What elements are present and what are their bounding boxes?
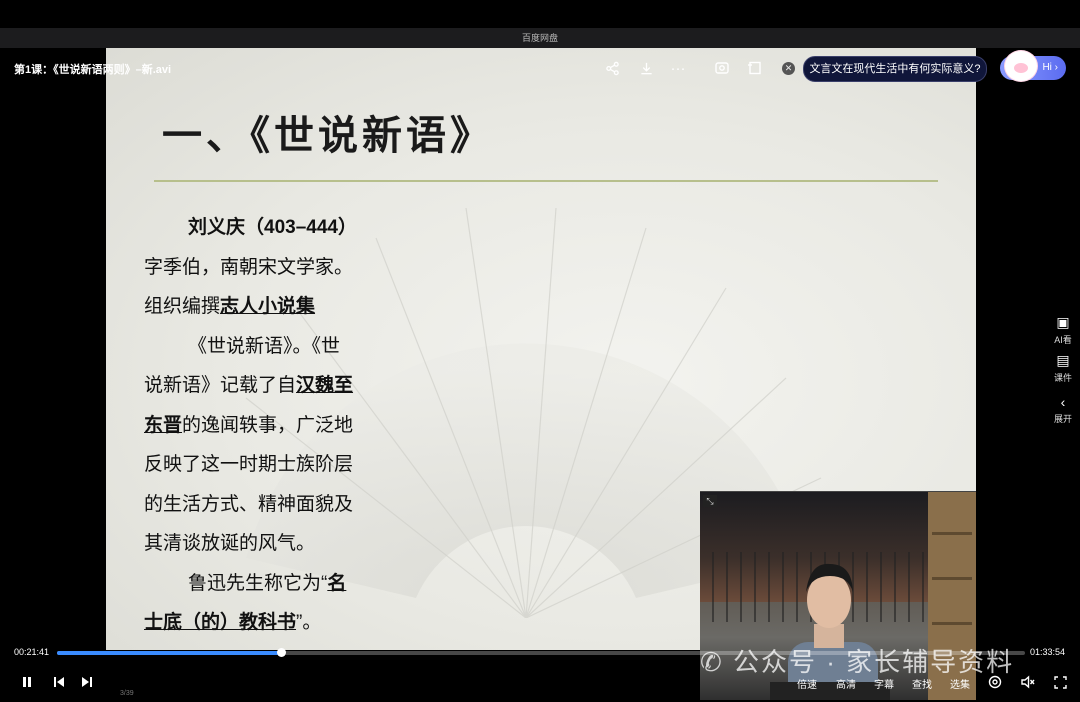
pause-button[interactable]: [18, 674, 36, 690]
ai-assistant-label: Hi ›: [1042, 62, 1058, 73]
slide-text-segment: 鲁迅先生称它为“: [188, 572, 328, 594]
slide-text-segment: 刘义庆（403–444）: [188, 217, 357, 238]
total-time: 01:33:54: [1030, 647, 1066, 657]
progress-bar[interactable]: [57, 648, 1025, 657]
emphasis-text: 名: [327, 572, 347, 594]
screenshot-icon[interactable]: [712, 58, 732, 78]
slide-title: 一、《世说新语》: [162, 112, 494, 159]
chevron-left-icon: ‹: [1060, 394, 1066, 410]
video-filename: 第1课：《世说新语两则》–新.avi: [14, 64, 172, 76]
side-expand-label: 展开: [1053, 414, 1072, 424]
watermark: ✆ 公众号 · 家长辅导资料: [700, 642, 1014, 679]
slide-text-segment: 说新语》记载了自: [144, 375, 297, 396]
slide-page-number: 3/39: [120, 690, 134, 697]
top-black-bar: [0, 0, 1080, 28]
progress-fill: [57, 651, 281, 655]
slide-line: 其清谈放诞的风气。: [144, 524, 384, 564]
slide-line: 《世说新语》。《世: [144, 327, 384, 367]
slide-line: 士底（的）教科书”。: [144, 603, 384, 643]
side-expand[interactable]: ‹ 展开: [1046, 394, 1080, 425]
window-titlebar: 百度网盘: [0, 28, 1080, 48]
slide-line: 的生活方式、精神面貌及: [144, 485, 384, 525]
pip-icon[interactable]: [745, 58, 765, 78]
ai-question-bubble[interactable]: 文言文在现代生活中有何实际意义?: [803, 56, 987, 82]
mute-icon[interactable]: [1020, 674, 1036, 690]
courseware-icon: ▤: [1056, 352, 1070, 368]
slide-text-segment: 其清谈放诞的风气。: [144, 533, 316, 554]
ai-watch-icon: ▣: [1056, 314, 1070, 330]
subtitle-button[interactable]: 字幕: [874, 676, 894, 691]
fullscreen-icon[interactable]: [1052, 674, 1068, 690]
title-divider: [154, 180, 938, 182]
slide-text-segment: 的生活方式、精神面貌及: [144, 493, 354, 515]
episodes-button[interactable]: 选集: [950, 676, 970, 691]
slide-text-segment: 《世说新语》。《世: [188, 335, 341, 357]
slide-line: 组织编撰志人小说集: [144, 287, 384, 327]
slide-text-segment: 字季伯，南朝宋文学家。: [144, 256, 354, 278]
emphasis-text: 志人小说集: [220, 296, 316, 317]
slide-line: 字季伯，南朝宋文学家。: [144, 248, 384, 288]
next-button[interactable]: [78, 674, 96, 690]
window-title: 百度网盘: [521, 33, 558, 43]
cam-toggle-icon[interactable]: ⤡: [703, 495, 717, 507]
share-icon[interactable]: [602, 58, 622, 78]
emphasis-text: 东晋: [144, 414, 183, 436]
download-icon[interactable]: [636, 58, 656, 78]
slide-text-segment: 的逸闻轶事，广泛地: [182, 414, 354, 436]
side-ai-watch[interactable]: ▣ AI看: [1046, 314, 1080, 346]
emphasis-text: 汉魏至: [296, 375, 354, 396]
progress-knob[interactable]: [276, 648, 286, 657]
side-ai-label: AI看: [1054, 335, 1072, 345]
slide-line: 说新语》记载了自汉魏至: [144, 366, 384, 406]
slide-line: 刘义庆（403–444）: [144, 208, 384, 248]
slide-line: 鲁迅先生称它为“名: [144, 564, 384, 604]
current-time: 00:21:41: [14, 647, 50, 657]
search-button[interactable]: 查找: [912, 676, 932, 691]
slide-text-segment: ”。: [296, 612, 322, 633]
slide-text-segment: 反映了这一时期士族阶层: [144, 454, 354, 475]
quality-button[interactable]: 高清: [836, 676, 856, 691]
slide-body: 刘义庆（403–444） 字季伯，南朝宋文学家。 组织编撰志人小说集 《世说新语》。《…: [144, 208, 384, 643]
side-courseware-label: 课件: [1053, 373, 1072, 383]
ai-assistant-avatar-icon[interactable]: [1004, 50, 1038, 82]
previous-button[interactable]: [50, 674, 68, 690]
emphasis-text: 士底（的）教科书: [144, 612, 297, 633]
settings-icon[interactable]: [987, 674, 1003, 690]
close-ai-question-icon[interactable]: ✕: [782, 62, 795, 75]
slide-line: 反映了这一时期士族阶层: [144, 445, 384, 485]
slide-line: 东晋的逸闻轶事，广泛地: [144, 406, 384, 446]
slide-text-segment: 组织编撰: [144, 296, 221, 317]
side-courseware[interactable]: ▤ 课件: [1046, 352, 1080, 384]
speed-button[interactable]: 倍速: [797, 676, 817, 691]
more-icon[interactable]: ···: [668, 58, 688, 78]
